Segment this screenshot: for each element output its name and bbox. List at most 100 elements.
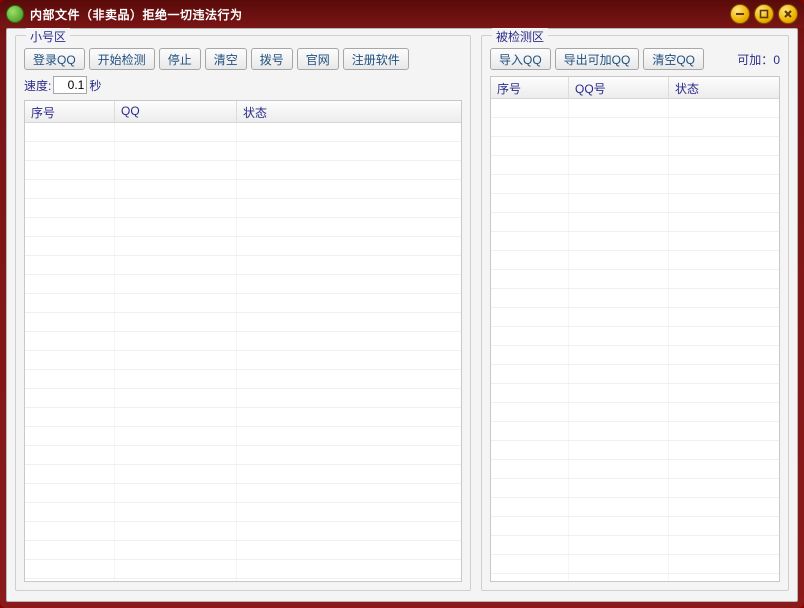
table-cell (115, 123, 237, 141)
table-cell (115, 294, 237, 312)
table-row[interactable] (491, 289, 779, 308)
table-row[interactable] (491, 555, 779, 574)
left-col-status[interactable]: 状态 (237, 101, 461, 122)
table-cell (569, 194, 669, 212)
table-row[interactable] (25, 541, 461, 560)
table-row[interactable] (25, 237, 461, 256)
table-row[interactable] (491, 213, 779, 232)
left-grid: 序号 QQ 状态 (24, 100, 462, 582)
right-col-status[interactable]: 状态 (669, 77, 779, 98)
minimize-button[interactable] (730, 4, 750, 24)
table-row[interactable] (25, 503, 461, 522)
right-toolbar: 导入QQ 导出可加QQ 清空QQ 可加：0 (490, 46, 780, 76)
table-row[interactable] (25, 389, 461, 408)
table-cell (237, 408, 461, 426)
table-row[interactable] (25, 256, 461, 275)
table-row[interactable] (491, 137, 779, 156)
table-row[interactable] (25, 275, 461, 294)
table-row[interactable] (25, 199, 461, 218)
table-row[interactable] (25, 560, 461, 579)
table-row[interactable] (491, 270, 779, 289)
table-cell (569, 365, 669, 383)
right-grid-header: 序号 QQ号 状态 (491, 77, 779, 99)
table-cell (25, 446, 115, 464)
clear-button[interactable]: 清空 (205, 48, 247, 70)
official-site-button[interactable]: 官网 (297, 48, 339, 70)
table-row[interactable] (491, 460, 779, 479)
right-col-index[interactable]: 序号 (491, 77, 569, 98)
table-row[interactable] (491, 536, 779, 555)
table-row[interactable] (491, 365, 779, 384)
table-row[interactable] (491, 422, 779, 441)
start-check-button[interactable]: 开始检测 (89, 48, 155, 70)
addable-label: 可加： (737, 53, 773, 67)
table-row[interactable] (491, 194, 779, 213)
left-grid-body[interactable] (25, 123, 461, 581)
table-row[interactable] (491, 441, 779, 460)
table-row[interactable] (25, 161, 461, 180)
table-row[interactable] (25, 370, 461, 389)
import-qq-button[interactable]: 导入QQ (490, 48, 551, 70)
table-cell (491, 574, 569, 581)
table-row[interactable] (491, 384, 779, 403)
table-row[interactable] (25, 180, 461, 199)
table-cell (237, 541, 461, 559)
table-row[interactable] (491, 232, 779, 251)
maximize-button[interactable] (754, 4, 774, 24)
table-row[interactable] (491, 574, 779, 581)
table-row[interactable] (25, 218, 461, 237)
table-row[interactable] (491, 308, 779, 327)
table-row[interactable] (491, 498, 779, 517)
table-cell (669, 384, 779, 402)
register-software-button[interactable]: 注册软件 (343, 48, 409, 70)
table-cell (669, 99, 779, 117)
dial-button[interactable]: 拨号 (251, 48, 293, 70)
table-row[interactable] (491, 346, 779, 365)
login-qq-button[interactable]: 登录QQ (24, 48, 85, 70)
table-cell (491, 536, 569, 554)
table-row[interactable] (25, 313, 461, 332)
table-cell (491, 232, 569, 250)
table-cell (237, 427, 461, 445)
table-row[interactable] (491, 99, 779, 118)
table-cell (115, 522, 237, 540)
left-col-index[interactable]: 序号 (25, 101, 115, 122)
speed-input[interactable] (53, 76, 87, 94)
table-row[interactable] (25, 294, 461, 313)
table-cell (25, 237, 115, 255)
table-row[interactable] (491, 517, 779, 536)
table-row[interactable] (25, 142, 461, 161)
table-row[interactable] (491, 251, 779, 270)
table-row[interactable] (491, 175, 779, 194)
table-row[interactable] (25, 484, 461, 503)
table-row[interactable] (25, 522, 461, 541)
right-col-qq[interactable]: QQ号 (569, 77, 669, 98)
export-addable-button[interactable]: 导出可加QQ (555, 48, 640, 70)
table-row[interactable] (25, 427, 461, 446)
right-grid-body[interactable] (491, 99, 779, 581)
table-row[interactable] (491, 156, 779, 175)
table-cell (491, 479, 569, 497)
table-row[interactable] (25, 446, 461, 465)
table-cell (237, 560, 461, 578)
table-row[interactable] (25, 465, 461, 484)
table-row[interactable] (25, 351, 461, 370)
table-row[interactable] (25, 408, 461, 427)
table-row[interactable] (491, 327, 779, 346)
clear-qq-button[interactable]: 清空QQ (643, 48, 704, 70)
table-cell (491, 289, 569, 307)
table-cell (569, 403, 669, 421)
table-row[interactable] (491, 403, 779, 422)
table-cell (491, 384, 569, 402)
table-row[interactable] (25, 123, 461, 142)
table-cell (25, 579, 115, 581)
left-col-qq[interactable]: QQ (115, 101, 237, 122)
stop-button[interactable]: 停止 (159, 48, 201, 70)
table-row[interactable] (25, 579, 461, 581)
table-cell (491, 517, 569, 535)
table-row[interactable] (25, 332, 461, 351)
table-row[interactable] (491, 479, 779, 498)
close-button[interactable] (778, 4, 798, 24)
table-cell (237, 522, 461, 540)
table-row[interactable] (491, 118, 779, 137)
